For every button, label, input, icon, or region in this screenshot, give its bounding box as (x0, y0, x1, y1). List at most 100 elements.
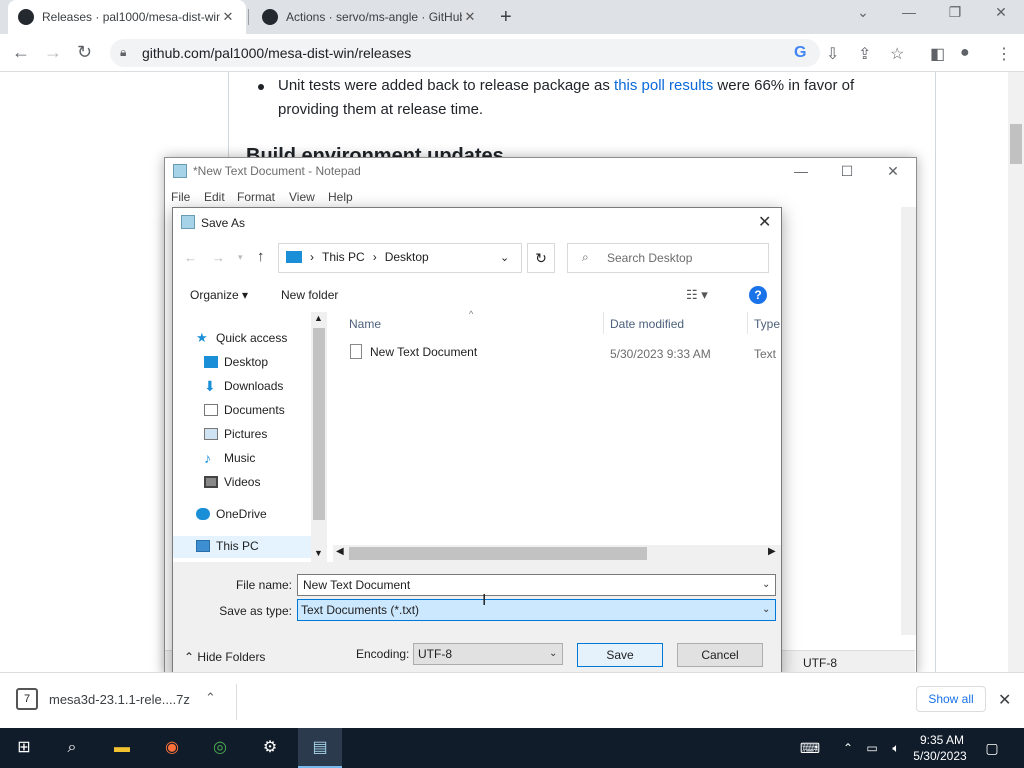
horizontal-scroll-thumb[interactable] (349, 547, 647, 560)
tab-actions[interactable]: Actions · servo/ms-angle · GitHub ✕ (252, 0, 488, 34)
reload-icon[interactable]: ↻ (77, 42, 92, 63)
poll-results-link[interactable]: this poll results (614, 77, 713, 94)
windows-start-icon[interactable]: ⊞ (12, 736, 36, 760)
nav-onedrive[interactable]: OneDrive (196, 507, 316, 521)
menu-file[interactable]: File (171, 190, 190, 204)
recent-locations-icon[interactable]: ▾ (238, 252, 243, 263)
chrome-icon[interactable]: ◎ (208, 736, 232, 760)
menu-format[interactable]: Format (237, 190, 275, 204)
menu-icon[interactable]: ⋮ (996, 44, 1012, 64)
minimize-icon[interactable]: — (894, 4, 924, 20)
nav-videos[interactable]: Videos (204, 475, 324, 489)
tab-search-icon[interactable]: ⌄ (848, 4, 878, 21)
bookmark-star-icon[interactable]: ☆ (890, 44, 904, 64)
nav-quick-access[interactable]: ★ Quick access (196, 331, 316, 345)
save-button[interactable]: Save (577, 643, 663, 667)
nav-desktop[interactable]: Desktop📌︎ (204, 355, 328, 369)
notepad-taskbar-icon[interactable]: ▤ (308, 736, 332, 760)
keyboard-icon[interactable]: ⌨ (798, 736, 822, 760)
chevron-down-icon[interactable]: ⌄ (500, 251, 509, 264)
download-item[interactable]: mesa3d-23.1.1-rele....7z (49, 692, 190, 707)
notepad-close-icon[interactable]: ✕ (878, 163, 908, 180)
lock-icon[interactable]: 🔒︎ (120, 45, 126, 60)
nav-this-pc[interactable]: This PC (196, 539, 316, 553)
breadcrumb-desktop[interactable]: Desktop (385, 250, 429, 264)
google-icon[interactable]: G (794, 44, 806, 62)
search-icon[interactable]: ⌕ (60, 736, 84, 760)
column-type[interactable]: Type (754, 317, 780, 331)
scroll-left-icon[interactable]: ◀ (336, 546, 344, 557)
tab-releases[interactable]: Releases · pal1000/mesa-dist-win ✕ (8, 0, 246, 34)
new-folder-button[interactable]: New folder (281, 288, 338, 302)
breadcrumb[interactable]: › This PC › Desktop (286, 250, 429, 264)
show-all-button[interactable]: Show all (916, 686, 986, 712)
nav-music[interactable]: ♪ Music (204, 451, 324, 465)
share-icon[interactable]: ⇪ (858, 44, 871, 64)
new-tab-icon[interactable]: + (500, 6, 512, 29)
up-icon[interactable]: ↑ (257, 248, 265, 265)
hide-folders-button[interactable]: ⌃ Hide Folders (184, 650, 265, 664)
refresh-icon[interactable]: ↻ (527, 243, 555, 273)
install-icon[interactable]: ⇩ (826, 44, 839, 64)
nav-label: OneDrive (216, 507, 267, 521)
column-name[interactable]: Name (349, 317, 381, 331)
nav-documents[interactable]: Documents📌︎ (204, 403, 328, 417)
chevron-down-icon[interactable]: ⌄ (762, 579, 770, 590)
notifications-icon[interactable]: ▢ (980, 736, 1004, 760)
profile-icon[interactable]: ● (960, 44, 970, 62)
view-options-icon[interactable]: ☷ ▾ (686, 287, 708, 303)
scroll-right-icon[interactable]: ▶ (768, 546, 776, 557)
notepad-minimize-icon[interactable]: — (786, 163, 816, 179)
close-window-icon[interactable]: ✕ (986, 4, 1016, 21)
encoding-label: Encoding: (356, 647, 410, 661)
back-icon[interactable]: ← (184, 250, 197, 265)
help-icon[interactable]: ? (749, 286, 767, 304)
chevron-down-icon[interactable]: ⌄ (762, 604, 770, 615)
close-tab-icon[interactable]: ✕ (220, 9, 236, 25)
nav-pictures[interactable]: Pictures📌︎ (204, 427, 328, 441)
notepad-scrollbar[interactable] (901, 207, 916, 635)
back-icon[interactable]: ← (12, 42, 30, 63)
chevron-down-icon[interactable]: ⌄ (549, 648, 557, 659)
file-explorer-icon[interactable]: ▬ (110, 736, 134, 760)
chevron-up-icon[interactable]: ⌃ (205, 690, 216, 706)
menu-view[interactable]: View (289, 190, 315, 204)
close-download-bar-icon[interactable]: ✕ (998, 690, 1011, 710)
settings-gear-icon[interactable]: ⚙ (258, 736, 282, 760)
file-item[interactable]: New Text Document (350, 344, 477, 359)
organize-button[interactable]: Organize ▾ (190, 288, 248, 302)
column-divider[interactable] (603, 312, 604, 334)
clock-date[interactable]: 5/30/2023 (908, 749, 972, 763)
firefox-icon[interactable]: ◉ (160, 736, 184, 760)
save-type-value[interactable]: Text Documents (*.txt) (301, 603, 419, 617)
cancel-button[interactable]: Cancel (677, 643, 763, 667)
nav-label: Videos (224, 475, 261, 489)
scroll-up-icon[interactable]: ▲ (314, 313, 323, 323)
scroll-down-icon[interactable]: ▼ (314, 548, 323, 558)
clock-time[interactable]: 9:35 AM (914, 733, 970, 747)
encoding-value[interactable]: UTF-8 (418, 647, 452, 661)
nav-scroll-thumb[interactable] (313, 328, 325, 520)
menu-edit[interactable]: Edit (204, 190, 225, 204)
column-divider[interactable] (747, 312, 748, 334)
close-tab-icon[interactable]: ✕ (462, 9, 478, 25)
restore-icon[interactable]: ❐ (940, 4, 970, 21)
sort-ascending-icon: ^ (469, 309, 474, 319)
forward-icon[interactable]: → (44, 42, 62, 63)
notepad-maximize-icon[interactable]: ☐ (832, 163, 862, 180)
volume-icon[interactable]: 🔈︎ (884, 736, 908, 760)
computer-icon (196, 540, 210, 552)
column-date-modified[interactable]: Date modified (610, 317, 684, 331)
side-panel-icon[interactable]: ◧ (930, 44, 945, 64)
nav-downloads[interactable]: ⬇Downloads📌︎ (204, 379, 328, 393)
text-file-icon (350, 344, 362, 359)
menu-help[interactable]: Help (328, 190, 353, 204)
page-scroll-thumb[interactable] (1010, 124, 1022, 164)
network-icon[interactable]: ▭ (860, 736, 884, 760)
forward-icon[interactable]: → (212, 250, 225, 265)
breadcrumb-this-pc[interactable]: This PC (322, 250, 365, 264)
dialog-close-icon[interactable]: ✕ (758, 212, 771, 232)
chevron-up-icon[interactable]: ⌃ (836, 736, 860, 760)
url-text[interactable]: github.com/pal1000/mesa-dist-win/release… (142, 45, 411, 61)
file-name-value[interactable]: New Text Document (303, 578, 410, 592)
